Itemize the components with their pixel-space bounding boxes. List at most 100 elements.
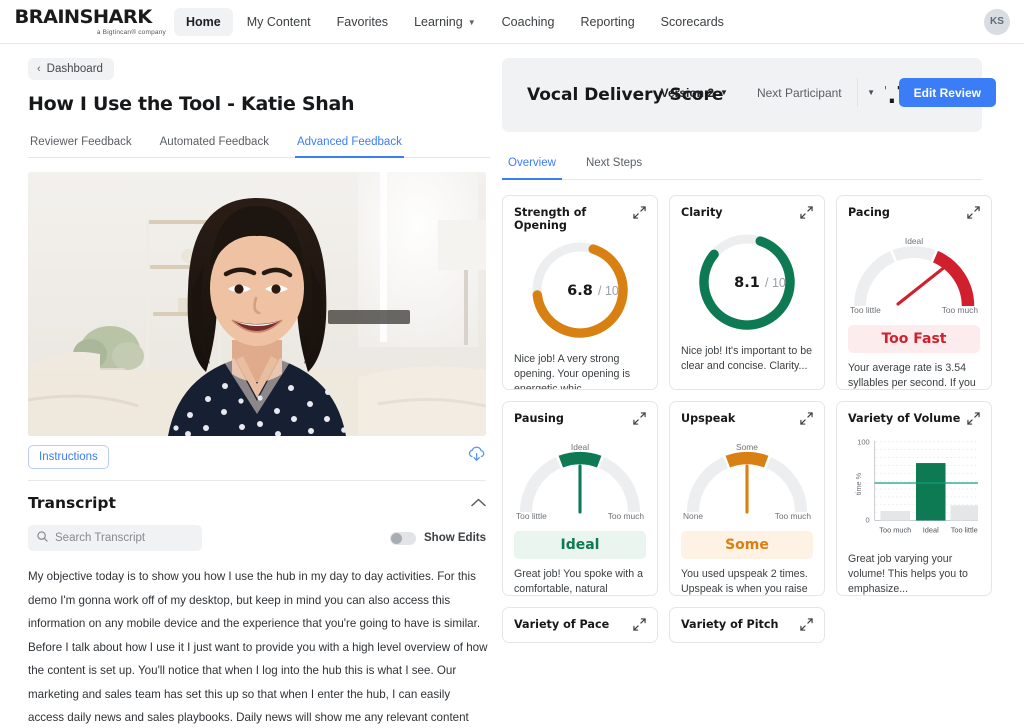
card-description: Nice job! A very strong opening. Your op… [514, 353, 631, 390]
card-description: Nice job! It's important to be clear and… [681, 345, 812, 372]
card-variety-of-pace[interactable]: Variety of Pace [502, 607, 658, 643]
next-participant-button[interactable]: Next Participant [741, 78, 857, 107]
chevron-up-icon[interactable] [471, 494, 486, 512]
card-header: Clarity [681, 206, 813, 224]
bar-chart: 100 0 time % Too much Ideal Too little [848, 432, 980, 544]
right-column: Vocal Delivery Score 7.7 / 10 Overview N… [502, 44, 1010, 728]
main-nav-items: Home My Content Favorites Learning ▼ Coac… [174, 7, 736, 36]
nav-label: Coaching [501, 14, 555, 29]
y-tick-min: 0 [866, 515, 870, 524]
donut-chart: 6.8 / 10 [514, 236, 646, 344]
card-title: Variety of Pitch [681, 618, 779, 631]
card-header: Pacing [848, 206, 980, 224]
toggle-knob [391, 532, 403, 544]
card-variety-of-volume[interactable]: Variety of Volume 100 0 time % Too much … [836, 401, 992, 596]
donut-svg: 8.1 / 10 [699, 234, 795, 330]
tab-advanced-feedback[interactable]: Advanced Feedback [294, 132, 404, 158]
video-actions: Instructions [28, 445, 486, 481]
card-strength-of-opening[interactable]: Strength of Opening 6.8 / 10 Nice job! A… [502, 195, 658, 390]
card-pacing[interactable]: Pacing Ideal Too little Too much Too Fas… [836, 195, 992, 390]
nav-item-learning[interactable]: Learning ▼ [402, 8, 488, 36]
expand-icon[interactable] [633, 206, 646, 224]
expand-icon[interactable] [967, 206, 980, 224]
version-label: Version 2 [660, 85, 715, 100]
show-edits-toggle[interactable] [390, 531, 417, 545]
next-participant-split-button: Next Participant ▼ [741, 78, 885, 107]
next-participant-dropdown-toggle[interactable]: ▼ [856, 78, 885, 107]
avatar[interactable]: KS [984, 8, 1010, 35]
card-title: Upspeak [681, 412, 736, 425]
expand-icon[interactable] [633, 412, 646, 430]
gauge-tick-high: Too much [608, 511, 645, 521]
cloud-download-icon[interactable] [467, 446, 486, 468]
expand-icon[interactable] [800, 618, 813, 636]
card-header: Strength of Opening [514, 206, 646, 232]
expand-icon[interactable] [967, 412, 980, 430]
expand-icon[interactable] [633, 618, 646, 636]
donut-chart: 8.1 / 10 [681, 228, 813, 336]
card-clarity[interactable]: Clarity 8.1 / 10 Nice job! It's importan… [669, 195, 825, 390]
search-transcript-box[interactable] [28, 525, 202, 551]
logo-tagline: a Bigtincan® company [96, 28, 166, 36]
video-player[interactable] [28, 172, 486, 436]
donut-value: 8.1 [734, 275, 760, 291]
version-selector[interactable]: Version 2 ▼ [661, 86, 728, 100]
edit-review-button[interactable]: Edit Review [898, 78, 996, 107]
donut-denominator: / 10 [765, 276, 786, 290]
expand-icon[interactable] [800, 412, 813, 430]
card-description: Your average rate is 3.54 syllables per … [848, 362, 976, 389]
nav-label: Home [186, 14, 221, 29]
tab-overview[interactable]: Overview [502, 153, 562, 180]
gauge-svg: Some None Too much [683, 442, 812, 521]
card-header: Variety of Volume [848, 412, 980, 430]
gauge-tick-high: Too much [775, 511, 812, 521]
gauge-tick-high: Too much [942, 305, 979, 315]
page-body: ‹ Dashboard How I Use the Tool - Katie S… [0, 44, 1024, 728]
transcript-title: Transcript [28, 494, 116, 512]
x-tick-0: Too much [879, 525, 911, 534]
tab-reviewer-feedback[interactable]: Reviewer Feedback [28, 132, 134, 158]
nav-item-favorites[interactable]: Favorites [325, 8, 400, 36]
card-description: Great job! You spoke with a comfortable,… [514, 568, 643, 595]
show-edits-control: Show Edits [390, 531, 486, 545]
nav-item-coaching[interactable]: Coaching [490, 8, 567, 36]
card-header: Pausing [514, 412, 646, 430]
y-axis-label: time % [854, 472, 863, 495]
chevron-left-icon: ‹ [37, 63, 41, 75]
verdict-badge: Ideal [514, 531, 646, 559]
feedback-tabs: Reviewer Feedback Automated Feedback Adv… [28, 132, 490, 158]
nav-item-my-content[interactable]: My Content [235, 8, 323, 36]
card-upspeak[interactable]: Upspeak Some None Too much Some You used… [669, 401, 825, 596]
gauge-tick-low: Too little [850, 305, 881, 315]
tab-automated-feedback[interactable]: Automated Feedback [158, 132, 271, 158]
card-pausing[interactable]: Pausing Ideal Too little Too much Ideal … [502, 401, 658, 596]
chevron-down-icon: ▼ [720, 88, 728, 97]
card-variety-of-pitch[interactable]: Variety of Pitch [669, 607, 825, 643]
gauge-tick-low: None [683, 511, 703, 521]
brainshark-logo[interactable]: BRAINSHARK a Bigtincan® company [14, 5, 168, 36]
y-tick-max: 100 [857, 438, 869, 447]
expand-icon[interactable] [800, 206, 813, 224]
verdict-badge: Some [681, 531, 813, 559]
header-controls: Version 2 ▼ Next Participant ▼ Edit Revi… [661, 78, 996, 107]
logo-wordmark: BRAINSHARK [14, 5, 152, 28]
nav-item-home[interactable]: Home [174, 7, 233, 36]
breadcrumb[interactable]: ‹ Dashboard [28, 58, 114, 80]
chevron-down-icon: ▼ [467, 17, 476, 27]
nav-label: My Content [246, 14, 311, 29]
search-icon [37, 529, 48, 547]
nav-item-scorecards[interactable]: Scorecards [649, 8, 736, 36]
gauge-tick-ideal: Ideal [571, 442, 589, 452]
breadcrumb-label: Dashboard [46, 63, 103, 75]
nav-item-reporting[interactable]: Reporting [568, 8, 646, 36]
instructions-button[interactable]: Instructions [28, 445, 109, 469]
tab-next-steps[interactable]: Next Steps [580, 153, 648, 180]
card-title: Variety of Pace [514, 618, 610, 631]
page-title: How I Use the Tool - Katie Shah [28, 93, 355, 115]
search-input[interactable] [55, 532, 185, 544]
card-title: Variety of Volume [848, 412, 961, 425]
card-title: Pausing [514, 412, 564, 425]
gauge-svg: Ideal Too little Too much [516, 442, 645, 521]
gauge-tick-ideal: Ideal [905, 236, 923, 246]
gauge-chart: Ideal Too little Too much [514, 436, 646, 528]
